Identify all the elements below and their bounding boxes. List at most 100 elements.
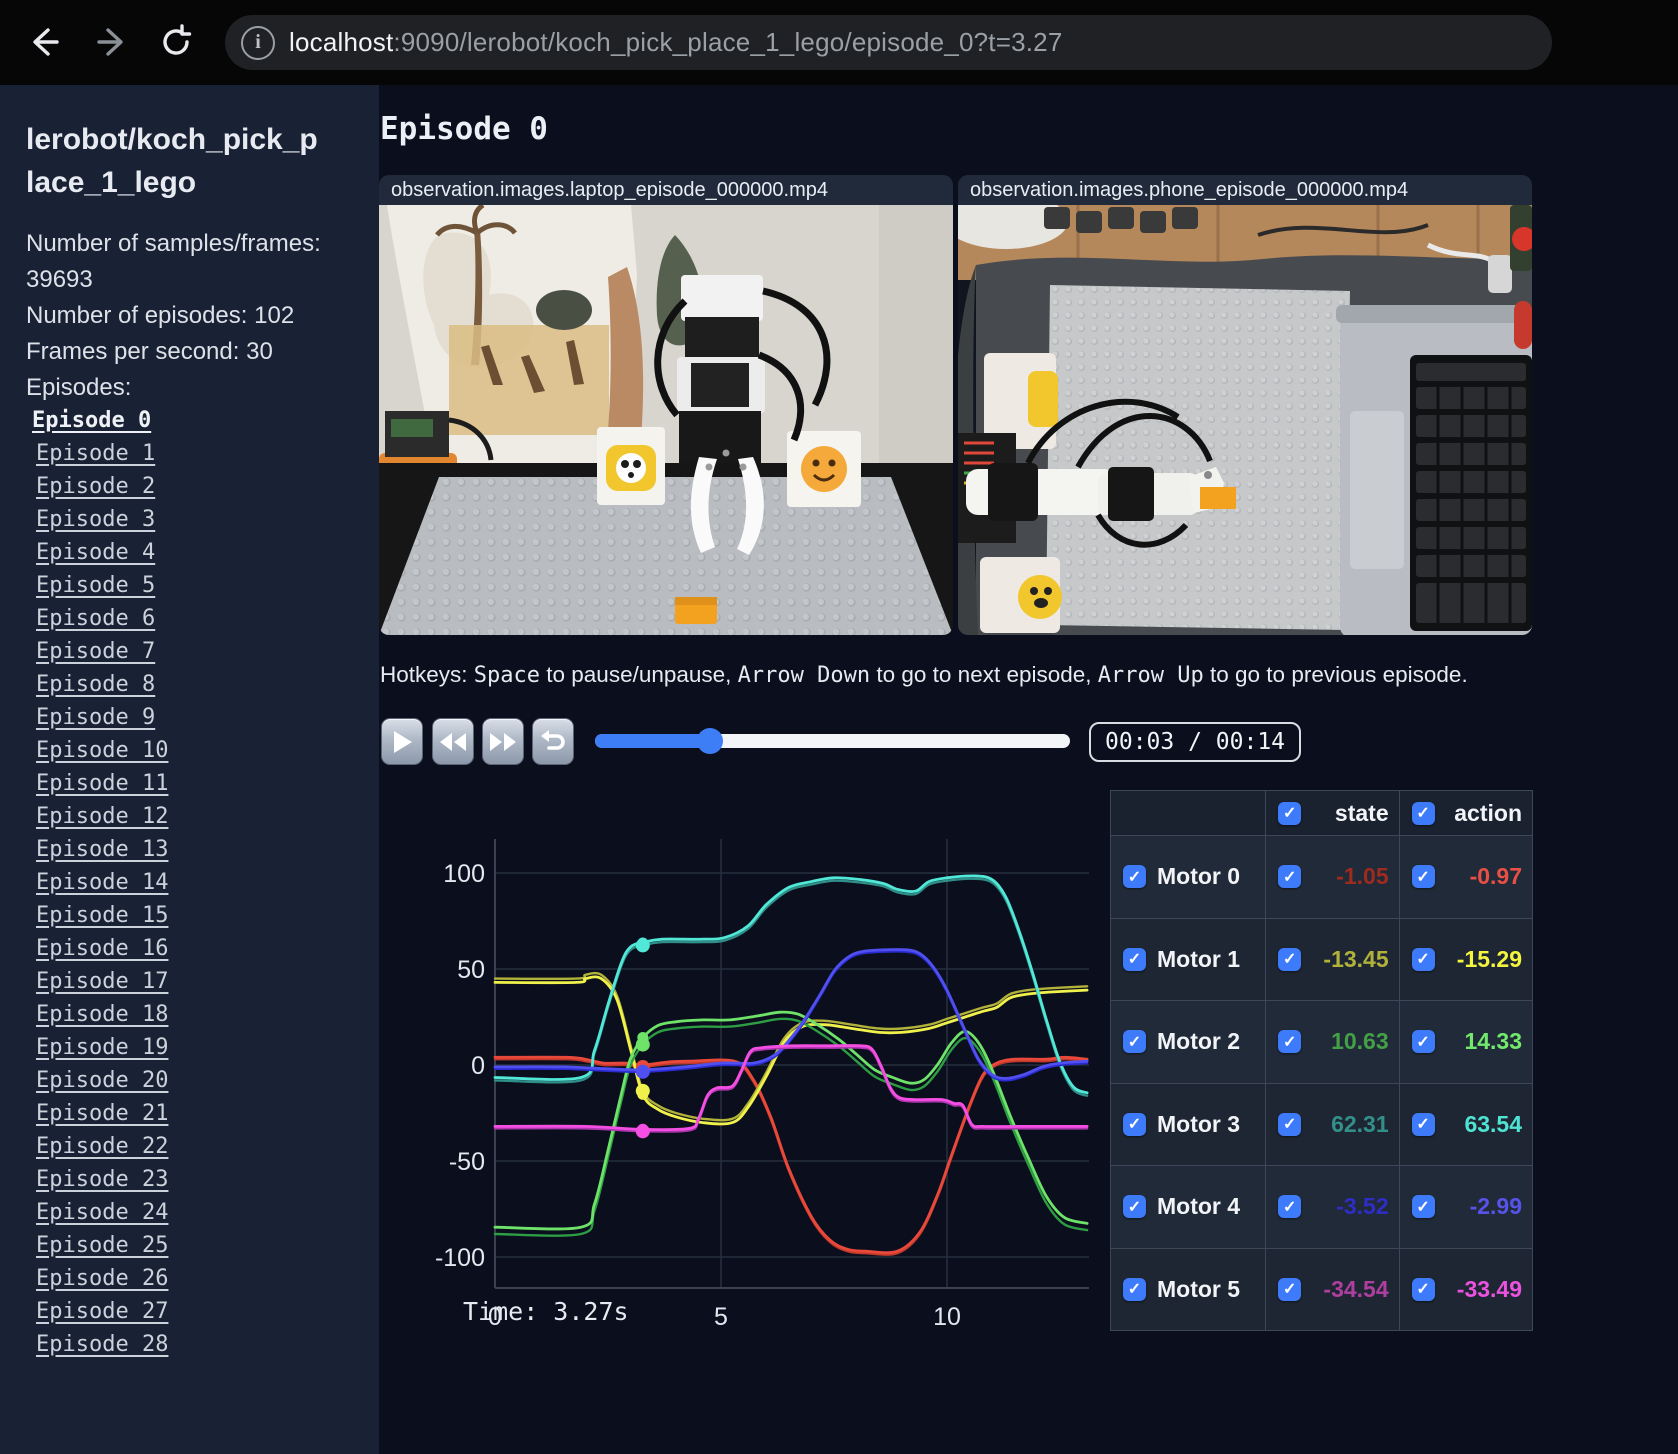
sidebar-episode-link[interactable]: Episode 14 <box>36 866 168 899</box>
motor-state-checkbox[interactable]: ✓ <box>1278 1030 1302 1054</box>
sidebar-episode-link[interactable]: Episode 7 <box>36 635 155 668</box>
hotkeys-segment: Space <box>473 663 541 688</box>
motor-action-checkbox[interactable]: ✓ <box>1411 1195 1435 1219</box>
video-phone[interactable]: observation.images.phone_episode_000000.… <box>958 175 1532 635</box>
state-column-label: state <box>1334 799 1389 826</box>
motor-action-value: 63.54 <box>1464 1110 1522 1137</box>
state-column-checkbox[interactable]: ✓ <box>1278 801 1302 825</box>
motor-action-value: -33.49 <box>1456 1275 1522 1302</box>
forward-icon[interactable] <box>88 18 136 66</box>
seek-slider-thumb[interactable] <box>696 728 723 754</box>
hotkeys-segment: to go to previous episode. <box>1203 662 1468 687</box>
video-phone-caption: observation.images.phone_episode_000000.… <box>958 175 1532 205</box>
video-phone-frame[interactable] <box>958 205 1532 635</box>
motor-action-value: -2.99 <box>1469 1193 1522 1220</box>
svg-text:50: 50 <box>457 956 485 984</box>
sidebar-episode-link[interactable]: Episode 17 <box>36 965 168 998</box>
back-icon[interactable] <box>20 18 68 66</box>
player-controls: 00:03 / 00:14 <box>379 718 1678 768</box>
motor-action-checkbox[interactable]: ✓ <box>1411 1277 1435 1301</box>
sidebar-episode-link[interactable]: Episode 18 <box>36 998 168 1031</box>
svg-text:10: 10 <box>933 1303 961 1331</box>
motor-state-checkbox[interactable]: ✓ <box>1278 1277 1302 1301</box>
rewind-icon <box>440 732 466 751</box>
motor-action-checkbox[interactable]: ✓ <box>1411 1030 1435 1054</box>
motor-action-checkbox[interactable]: ✓ <box>1411 865 1435 889</box>
motor-row-checkbox[interactable]: ✓ <box>1123 1030 1146 1054</box>
episodes-label: Episodes: <box>26 374 132 401</box>
sidebar-episode-link[interactable]: Episode 19 <box>36 1031 168 1064</box>
sidebar-episode-link[interactable]: Episode 0 <box>32 404 151 437</box>
sidebar-episode-link[interactable]: Episode 2 <box>36 470 155 503</box>
sidebar-episode-link[interactable]: Episode 23 <box>36 1163 168 1196</box>
motor-name: Motor 2 <box>1157 1028 1241 1055</box>
sidebar-episode-link[interactable]: Episode 20 <box>36 1064 168 1097</box>
motor-state-value: -13.45 <box>1323 945 1389 972</box>
sidebar-episode-link[interactable]: Episode 22 <box>36 1130 168 1163</box>
motor-state-checkbox[interactable]: ✓ <box>1278 1112 1302 1136</box>
sidebar-episode-link[interactable]: Episode 27 <box>36 1295 168 1328</box>
motor-state-checkbox[interactable]: ✓ <box>1278 1195 1302 1219</box>
motor-action-checkbox[interactable]: ✓ <box>1411 1112 1435 1136</box>
sidebar-episode-link[interactable]: Episode 4 <box>36 536 155 569</box>
motor-state-value: 10.63 <box>1331 1028 1389 1055</box>
fast-forward-button[interactable] <box>482 718 524 765</box>
loop-icon <box>541 729 565 750</box>
motor-state-value: -34.54 <box>1323 1275 1389 1302</box>
action-column-checkbox[interactable]: ✓ <box>1411 801 1435 825</box>
sidebar-episode-link[interactable]: Episode 26 <box>36 1262 168 1295</box>
sidebar-episode-link[interactable]: Episode 25 <box>36 1229 168 1262</box>
sidebar-episode-link[interactable]: Episode 21 <box>36 1097 168 1130</box>
sidebar-episode-link[interactable]: Episode 9 <box>36 701 155 734</box>
site-info-icon[interactable]: i <box>241 25 275 60</box>
motor-state-checkbox[interactable]: ✓ <box>1278 865 1302 889</box>
motor-state-value: -3.52 <box>1336 1193 1389 1220</box>
motor-action-checkbox[interactable]: ✓ <box>1411 947 1435 971</box>
motor-state-checkbox[interactable]: ✓ <box>1278 947 1302 971</box>
motor-row-checkbox[interactable]: ✓ <box>1123 1195 1146 1219</box>
sidebar-episode-link[interactable]: Episode 16 <box>36 932 168 965</box>
motor-row-checkbox[interactable]: ✓ <box>1123 1112 1146 1136</box>
seek-slider[interactable] <box>595 728 1070 754</box>
sidebar-episode-link[interactable]: Episode 6 <box>36 602 155 635</box>
loop-button[interactable] <box>532 718 574 765</box>
sidebar-episode-link[interactable]: Episode 28 <box>36 1328 168 1361</box>
play-button[interactable] <box>381 718 423 765</box>
motor-name: Motor 1 <box>1157 945 1241 972</box>
motor-table-row: ✓ Motor 0 ✓ -1.05 ✓ -0.97 <box>1111 835 1532 918</box>
sidebar-episode-link[interactable]: Episode 10 <box>36 734 168 767</box>
sidebar-episode-link[interactable]: Episode 24 <box>36 1196 168 1229</box>
sidebar-episode-link[interactable]: Episode 13 <box>36 833 168 866</box>
sidebar-episode-link[interactable]: Episode 12 <box>36 800 168 833</box>
video-laptop[interactable]: observation.images.laptop_episode_000000… <box>379 175 953 635</box>
hotkeys-segment: Arrow Down <box>737 663 871 688</box>
video-laptop-frame[interactable] <box>379 205 953 635</box>
fast-forward-icon <box>490 732 516 751</box>
stat-episodes: Number of episodes: 102 <box>26 302 295 329</box>
motor-table: ✓ state ✓ action ✓ Motor 0 ✓ -1.05 ✓ -0.97 ✓ Mo… <box>1110 790 1533 1331</box>
video-laptop-caption: observation.images.laptop_episode_000000… <box>379 175 953 205</box>
sidebar-episode-link[interactable]: Episode 1 <box>36 437 155 470</box>
hotkeys-segment: Hotkeys: <box>380 662 474 687</box>
stat-fps: Frames per second: 30 <box>26 338 273 365</box>
sidebar-episode-link[interactable]: Episode 8 <box>36 668 155 701</box>
sidebar-episode-link[interactable]: Episode 3 <box>36 503 155 536</box>
stat-samples: Number of samples/frames: 39693 <box>26 230 321 293</box>
reload-icon[interactable] <box>152 18 200 66</box>
url-text[interactable]: localhost:9090/lerobot/koch_pick_place_1… <box>289 27 1063 58</box>
rewind-button[interactable] <box>432 718 474 765</box>
svg-text:-100: -100 <box>435 1244 485 1272</box>
motor-state-value: 62.31 <box>1331 1110 1389 1137</box>
seek-slider-fill <box>595 734 710 748</box>
motor-row-checkbox[interactable]: ✓ <box>1123 947 1146 971</box>
sidebar-episode-link[interactable]: Episode 15 <box>36 899 168 932</box>
motor-row-checkbox[interactable]: ✓ <box>1123 1277 1146 1301</box>
motor-table-row: ✓ Motor 1 ✓ -13.45 ✓ -15.29 <box>1111 917 1532 1000</box>
address-bar[interactable]: i localhost:9090/lerobot/koch_pick_place… <box>225 15 1552 70</box>
motor-row-checkbox[interactable]: ✓ <box>1123 865 1146 889</box>
sidebar-episode-link[interactable]: Episode 5 <box>36 569 155 602</box>
motor-state-value: -1.05 <box>1336 863 1389 890</box>
svg-text:100: 100 <box>443 860 485 888</box>
hotkeys-segment: to go to next episode, <box>870 662 1098 687</box>
sidebar-episode-link[interactable]: Episode 11 <box>36 767 168 800</box>
